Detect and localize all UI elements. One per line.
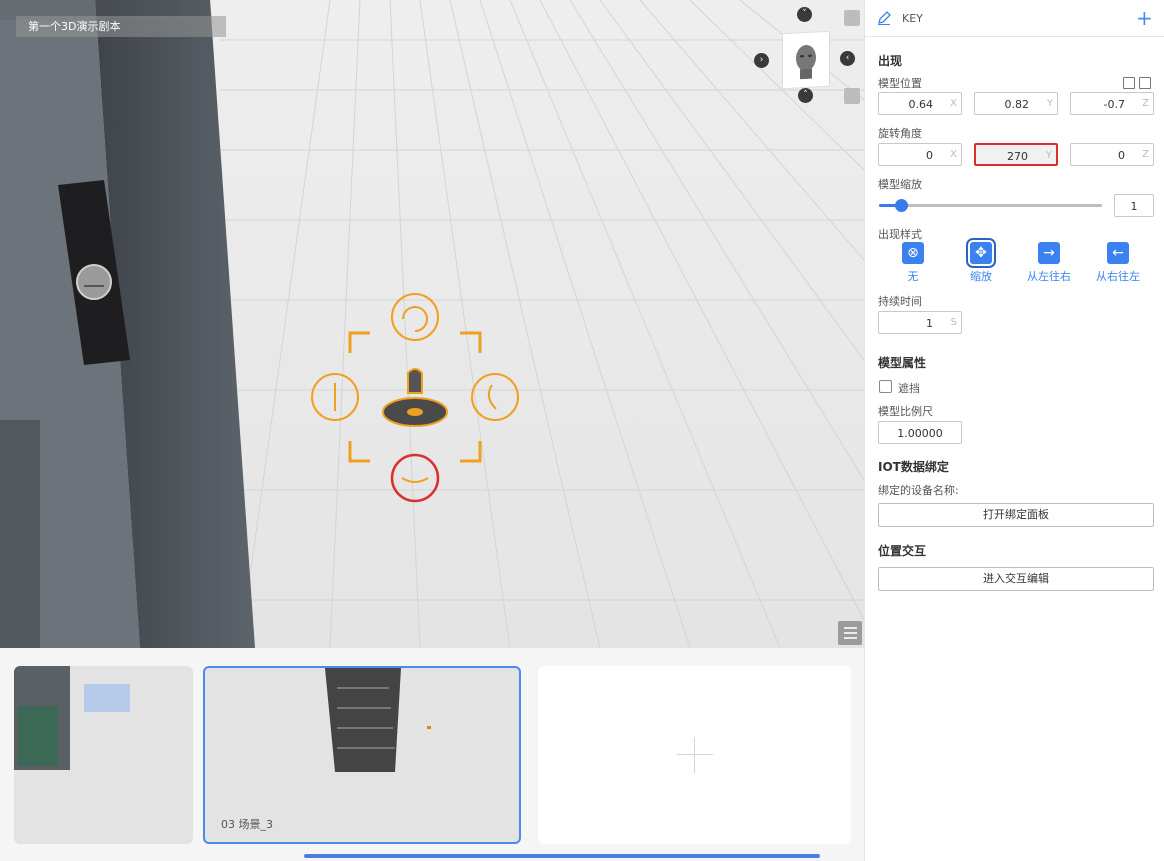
position-label: 模型位置 [878, 77, 922, 90]
paste-icon[interactable] [1139, 77, 1151, 89]
rotation-z-input[interactable]: 0Z [1070, 143, 1154, 166]
scale-slider-knob[interactable] [895, 199, 909, 212]
arrow-left-icon: ← [1107, 242, 1129, 264]
plus-icon [676, 737, 713, 773]
appear-style-label: 出现样式 [878, 228, 922, 241]
position-z-input[interactable]: -0.7 Z [1070, 92, 1154, 115]
scale-label: 模型缩放 [878, 178, 922, 191]
chevron-down-icon[interactable]: ˅ [797, 7, 812, 22]
pencil-icon[interactable] [877, 11, 891, 25]
style-none[interactable]: ⊗ 无 [883, 242, 943, 284]
transform-gizmo[interactable] [300, 285, 540, 515]
rotate-handle[interactable] [391, 293, 439, 341]
appear-section-title: 出现 [878, 54, 903, 68]
move-vertical-handle[interactable] [311, 373, 359, 421]
close-circle-icon: ⊗ [902, 242, 924, 264]
scene-title: 第一个3D演示剧本 [16, 16, 226, 37]
occlude-checkbox[interactable] [879, 380, 892, 393]
scene-preview [14, 666, 130, 770]
rotate-side-handle[interactable] [471, 373, 519, 421]
locate-icon[interactable] [844, 10, 860, 26]
rotation-y-input[interactable]: 270 Y [974, 143, 1058, 166]
object-name: KEY [902, 12, 923, 25]
head-icon [796, 44, 816, 80]
property-panel: KEY + 出现 模型位置 0.64 X 0.82 Y -0.7 Z 旋转角度 0X … [864, 0, 1164, 861]
enter-interaction-edit-button[interactable]: 进入交互编辑 [878, 567, 1154, 591]
scale-slider-track[interactable] [879, 204, 1102, 207]
move-icon: ✥ [966, 238, 996, 268]
bound-device-label: 绑定的设备名称: [878, 484, 959, 497]
duration-input[interactable]: 1S [878, 311, 962, 334]
chevron-right-icon[interactable]: › [754, 53, 769, 68]
thumbnail-caption: 03 场景_3 [221, 818, 273, 831]
view-cube[interactable] [782, 30, 830, 90]
rotate-horizontal-handle[interactable] [390, 453, 440, 503]
position-y-input[interactable]: 0.82 Y [974, 92, 1058, 115]
arrow-right-icon: → [1038, 242, 1060, 264]
scene-thumbnail-selected[interactable]: 03 场景_3 [203, 666, 521, 844]
duration-label: 持续时间 [878, 295, 922, 308]
interaction-section-title: 位置交互 [878, 544, 927, 558]
position-x-input[interactable]: 0.64 X [878, 92, 962, 115]
style-right-to-left[interactable]: ← 从右往左 [1088, 242, 1148, 284]
model-attr-section-title: 模型属性 [878, 356, 927, 370]
model-ratio-input[interactable]: 1.00000 [878, 421, 962, 444]
style-scale[interactable]: ✥ 缩放 [951, 238, 1011, 284]
panel-header: KEY + [865, 0, 1164, 37]
scene-thumbnail-strip: 03 场景_3 [0, 648, 864, 861]
thumbnail-scrollbar[interactable] [304, 854, 820, 858]
rotation-label: 旋转角度 [878, 127, 922, 140]
chevron-up-icon[interactable]: ˄ [798, 88, 813, 103]
scene-thumbnail[interactable] [14, 666, 193, 844]
iot-section-title: IOT数据绑定 [878, 460, 949, 474]
open-bind-panel-button[interactable]: 打开绑定面板 [878, 503, 1154, 527]
style-left-to-right[interactable]: → 从左往右 [1019, 242, 1079, 284]
3d-viewport[interactable]: 第一个3D演示剧本 ˅ › ‹ ˄ [0, 0, 864, 648]
rotation-x-input[interactable]: 0X [878, 143, 962, 166]
grid-view-icon[interactable] [844, 88, 860, 104]
copy-icon[interactable] [1123, 77, 1135, 89]
occlude-label: 遮挡 [898, 382, 920, 395]
key-model[interactable] [382, 368, 448, 427]
chevron-left-icon[interactable]: ‹ [840, 51, 855, 66]
list-icon[interactable] [838, 621, 862, 645]
model-ratio-label: 模型比例尺 [878, 405, 933, 418]
scale-input[interactable]: 1 [1114, 194, 1154, 217]
add-icon[interactable]: + [1136, 8, 1153, 28]
add-scene-tile[interactable] [538, 666, 851, 844]
